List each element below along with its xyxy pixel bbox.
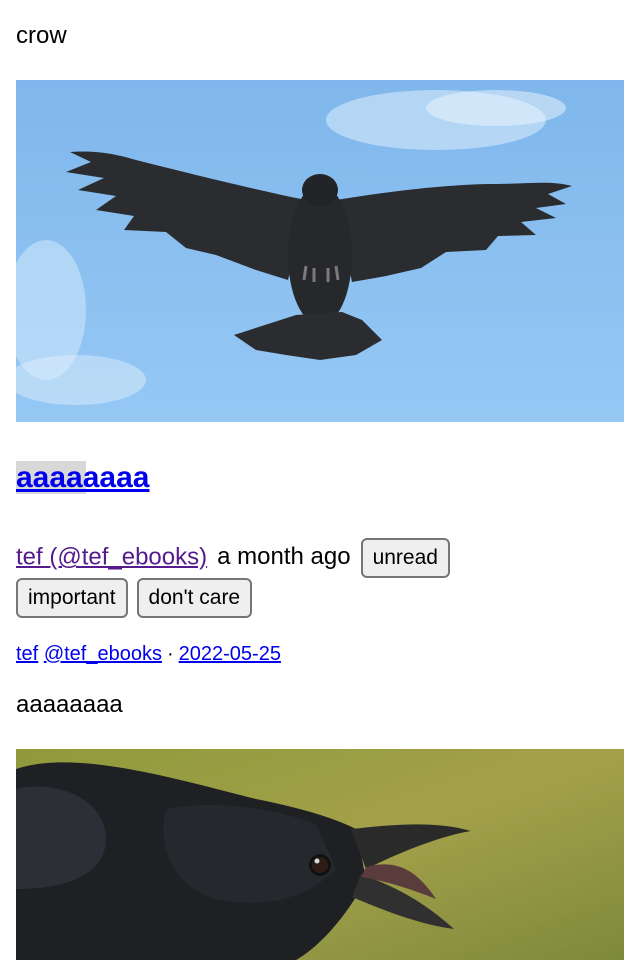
byline-separator: ·	[166, 643, 174, 665]
entry-meta: tef (@tef_ebooks) a month ago unread	[16, 538, 624, 578]
page: crow aaaaaaaa tef (@tef_ebooks) a month …	[0, 0, 640, 960]
crow-head-photo	[16, 749, 624, 960]
entry-time-ago: a month ago	[217, 543, 351, 571]
entry-author-link[interactable]: tef (@tef_ebooks)	[16, 543, 207, 570]
intro-text: crow	[16, 22, 67, 49]
post-author-handle-link[interactable]: @tef_ebooks	[44, 643, 162, 665]
post-author-name-link[interactable]: tef	[16, 643, 38, 665]
tag-dont-care-button[interactable]: don't care	[136, 578, 253, 618]
crow-flying-photo	[16, 80, 624, 422]
tag-important-button[interactable]: important	[16, 578, 128, 618]
entry-title: aaaaaaaa	[16, 458, 150, 498]
entry-title-link[interactable]: aaaaaaaa	[16, 461, 150, 494]
tag-buttons: important don't care	[16, 578, 261, 618]
post-date-link[interactable]: 2022-05-25	[179, 643, 281, 665]
post-body-text: aaaaaaaa	[16, 691, 123, 718]
tag-unread-button[interactable]: unread	[360, 538, 450, 578]
post-byline: tef @tef_ebooks · 2022-05-25	[16, 642, 281, 666]
